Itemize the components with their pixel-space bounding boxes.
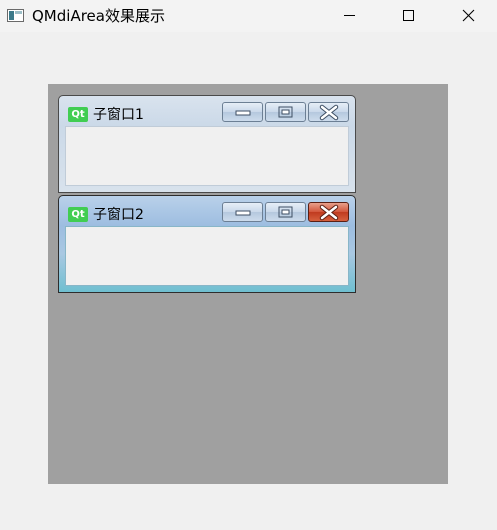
subwindow-1-content[interactable] [65, 126, 349, 186]
subwindow-2-titlebar[interactable]: Qt 子窗口2 [59, 196, 355, 226]
subwindow-1[interactable]: Qt 子窗口1 [58, 95, 356, 193]
subwindow-2-maximize-button[interactable] [265, 202, 306, 222]
maximize-button[interactable] [385, 0, 431, 32]
close-icon [319, 104, 339, 121]
minimize-icon [235, 110, 251, 116]
subwindow-2-content[interactable] [65, 226, 349, 286]
main-window: QMdiArea效果展示 Qt 子窗口1 Qt 子窗口2 [0, 0, 497, 530]
minimize-icon [235, 210, 251, 216]
subwindow-1-maximize-button[interactable] [265, 102, 306, 122]
qt-logo-icon: Qt [68, 207, 88, 222]
restore-icon [278, 206, 293, 218]
restore-icon [278, 106, 293, 118]
mdi-area[interactable]: Qt 子窗口1 Qt 子窗口2 [48, 84, 448, 484]
subwindow-2-minimize-button[interactable] [222, 202, 263, 222]
close-icon [462, 9, 475, 22]
subwindow-2-close-button[interactable] [308, 202, 349, 222]
app-window-icon [7, 9, 24, 22]
close-icon [319, 204, 339, 221]
minimize-button[interactable] [327, 0, 373, 32]
window-title: QMdiArea效果展示 [32, 7, 165, 25]
subwindow-1-close-button[interactable] [308, 102, 349, 122]
maximize-icon [403, 10, 414, 21]
subwindow-1-minimize-button[interactable] [222, 102, 263, 122]
qt-logo-icon: Qt [68, 107, 88, 122]
subwindow-1-titlebar[interactable]: Qt 子窗口1 [59, 96, 355, 126]
subwindow-1-title: 子窗口1 [93, 107, 144, 123]
subwindow-2[interactable]: Qt 子窗口2 [58, 195, 356, 293]
minimize-icon [344, 15, 355, 16]
close-button[interactable] [445, 0, 491, 32]
subwindow-2-title: 子窗口2 [93, 207, 144, 223]
title-bar[interactable]: QMdiArea效果展示 [0, 0, 497, 32]
